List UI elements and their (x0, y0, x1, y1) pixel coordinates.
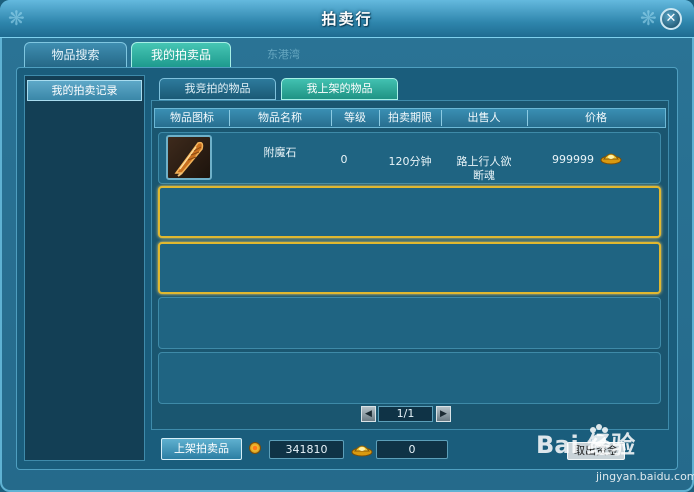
previous-page-button[interactable]: ◀ (361, 406, 376, 422)
arrow-left-icon: ◀ (365, 409, 372, 419)
gold-amount: 0 (376, 440, 448, 459)
table-row[interactable] (158, 186, 661, 238)
column-header-level: 等级 (344, 111, 366, 124)
page-indicator: 1/1 (378, 406, 433, 422)
gold-ingot-icon (351, 440, 373, 458)
background-map-label: 东港湾 (267, 48, 300, 61)
column-header-price: 价格 (585, 111, 607, 124)
paw-icon (586, 423, 612, 449)
item-name: 附魔石 (263, 146, 297, 159)
table-row[interactable] (158, 352, 661, 404)
gold-ingot-icon (600, 149, 622, 165)
tab-my-auction-items[interactable]: 我的拍卖品 (131, 42, 231, 68)
column-header-duration: 拍卖期限 (388, 111, 432, 124)
tab-listed-items[interactable]: 我上架的物品 (281, 78, 398, 100)
watermark-url: jingyan.baidu.com (596, 470, 694, 483)
item-seller-line2: 断魂 (473, 169, 495, 182)
tab-bidded-items[interactable]: 我竞拍的物品 (159, 78, 276, 100)
tab-item-search[interactable]: 物品搜索 (24, 42, 127, 68)
column-header-icon: 物品图标 (170, 111, 214, 124)
item-price: 999999 (552, 153, 594, 166)
arrow-right-icon: ▶ (440, 409, 447, 419)
item-level: 0 (340, 153, 348, 166)
close-button[interactable]: ✕ (660, 8, 682, 30)
silver-coin-icon (249, 442, 261, 454)
sidebar-item-auction-records[interactable]: 我的拍卖记录 (27, 80, 142, 101)
window-title: 拍卖行 (321, 10, 373, 28)
column-header-name: 物品名称 (258, 111, 302, 124)
feather-quill-item-icon[interactable] (166, 135, 212, 180)
item-duration: 120分钟 (388, 155, 432, 168)
close-icon: ✕ (665, 11, 677, 26)
column-header-seller: 出售人 (467, 111, 501, 124)
next-page-button[interactable]: ▶ (436, 406, 451, 422)
left-sidebar (24, 75, 145, 461)
list-item-for-auction-button[interactable]: 上架拍卖品 (161, 438, 242, 460)
table-row[interactable] (158, 297, 661, 349)
silver-amount: 341810 (269, 440, 344, 459)
table-row[interactable] (158, 242, 661, 294)
